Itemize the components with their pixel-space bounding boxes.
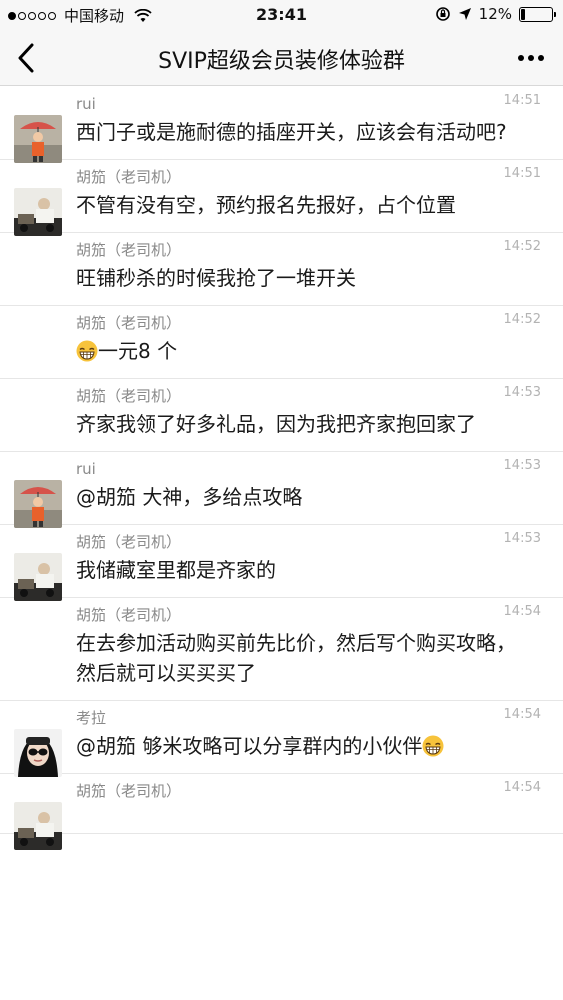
- message-text: 在去参加活动购买前先比价，然后写个购买攻略，然后就可以买买买了: [76, 628, 547, 688]
- avatar[interactable]: [14, 480, 62, 528]
- sender-name: 考拉: [76, 709, 107, 727]
- message-list[interactable]: rui 14:51 西门子或是施耐德的插座开关，应该会有活动吧? 胡笳（老司机） 14:…: [0, 87, 563, 1000]
- message-text: @胡笳 够米攻略可以分享群内的小伙伴: [76, 731, 547, 761]
- lock-rotation-icon: [435, 7, 450, 21]
- avatar[interactable]: [14, 188, 62, 236]
- avatar[interactable]: [14, 115, 62, 163]
- chevron-left-icon: [18, 43, 34, 73]
- message-text: 齐家我领了好多礼品，因为我把齐家抱回家了: [76, 409, 547, 439]
- avatar[interactable]: [14, 802, 62, 850]
- nav-bar: SVIP超级会员装修体验群: [0, 30, 563, 86]
- message-item[interactable]: 胡笳（老司机） 14:51 不管有没有空，预约报名先报好，占个位置: [0, 160, 563, 236]
- status-left: 中国移动: [8, 5, 152, 26]
- message-time: 14:53: [503, 385, 541, 400]
- message-time: 14:53: [503, 458, 541, 473]
- wifi-icon: [134, 8, 152, 22]
- grin-emoji-icon: [76, 340, 98, 362]
- sender-name: 胡笳（老司机）: [76, 314, 182, 332]
- avatar[interactable]: [14, 553, 62, 601]
- carrier-name: 中国移动: [64, 7, 125, 25]
- message-text-content: 西门子或是施耐德的插座开关，应该会有活动吧?: [76, 120, 507, 144]
- sender-name: rui: [76, 95, 96, 113]
- message-time: 14:53: [503, 531, 541, 546]
- battery-percent: 12%: [478, 5, 512, 23]
- message-text-content: 一元8 个: [98, 339, 178, 363]
- message-item[interactable]: 胡笳（老司机） 14:54 在去参加活动购买前先比价，然后写个购买攻略，然后就可以买…: [0, 598, 563, 701]
- message-text-content: 不管有没有空，预约报名先报好，占个位置: [76, 193, 456, 217]
- message-item[interactable]: rui 14:51 西门子或是施耐德的插座开关，应该会有活动吧?: [0, 87, 563, 163]
- sender-name: 胡笳（老司机）: [76, 533, 182, 551]
- battery-fill: [521, 8, 525, 20]
- status-right: 12%: [435, 5, 556, 23]
- battery-icon: [519, 6, 556, 22]
- sender-name: 胡笳（老司机）: [76, 387, 182, 405]
- message-time: 14:52: [503, 312, 541, 327]
- sender-name: 胡笳（老司机）: [76, 168, 182, 186]
- message-time: 14:54: [503, 780, 541, 795]
- message-text-content: @胡笳 大神，多给点攻略: [76, 485, 303, 509]
- message-text: 一元8 个: [76, 336, 547, 366]
- avatar[interactable]: [14, 729, 62, 777]
- message-item[interactable]: 胡笳（老司机） 14:52 旺铺秒杀的时候我抢了一堆开关: [0, 233, 563, 306]
- message-text-content: 在去参加活动购买前先比价，然后写个购买攻略，然后就可以买买买了: [76, 631, 516, 685]
- message-item[interactable]: 考拉 14:54 @胡笳 够米攻略可以分享群内的小伙伴: [0, 701, 563, 777]
- message-time: 14:54: [503, 707, 541, 722]
- message-time: 14:51: [503, 93, 541, 108]
- message-item[interactable]: rui 14:53 @胡笳 大神，多给点攻略: [0, 452, 563, 528]
- message-time: 14:51: [503, 166, 541, 181]
- message-item[interactable]: 胡笳（老司机） 14:53 我储藏室里都是齐家的: [0, 525, 563, 601]
- message-text: @胡笳 大神，多给点攻略: [76, 482, 547, 512]
- more-options-button[interactable]: [513, 44, 549, 72]
- more-dot-icon: [528, 55, 534, 61]
- sender-name: 胡笳（老司机）: [76, 241, 182, 259]
- status-bar: 中国移动 23:41 12%: [0, 0, 563, 30]
- message-text-content: @胡笳 够米攻略可以分享群内的小伙伴: [76, 734, 423, 758]
- grin-emoji-icon: [422, 735, 445, 757]
- sender-name: rui: [76, 460, 96, 478]
- message-text: 西门子或是施耐德的插座开关，应该会有活动吧?: [76, 117, 547, 147]
- chat-title: SVIP超级会员装修体验群: [158, 49, 405, 74]
- sender-name: 胡笳（老司机）: [76, 782, 182, 800]
- more-dot-icon: [518, 55, 524, 61]
- message-item[interactable]: 胡笳（老司机） 14:53 齐家我领了好多礼品，因为我把齐家抱回家了: [0, 379, 563, 452]
- message-text: 我储藏室里都是齐家的: [76, 555, 547, 585]
- message-text: 旺铺秒杀的时候我抢了一堆开关: [76, 263, 547, 293]
- message-item[interactable]: 胡笳（老司机） 14:54: [0, 774, 563, 850]
- message-text-content: 齐家我领了好多礼品，因为我把齐家抱回家了: [76, 412, 476, 436]
- message-item[interactable]: 胡笳（老司机） 14:52 一元8 个: [0, 306, 563, 379]
- back-button[interactable]: [6, 38, 50, 78]
- signal-strength-icon: [8, 11, 56, 20]
- more-dot-icon: [538, 55, 544, 61]
- message-time: 14:52: [503, 239, 541, 254]
- message-text-content: 我储藏室里都是齐家的: [76, 558, 276, 582]
- location-arrow-icon: [458, 8, 471, 20]
- sender-name: 胡笳（老司机）: [76, 606, 182, 624]
- message-time: 14:54: [503, 604, 541, 619]
- message-text-content: 旺铺秒杀的时候我抢了一堆开关: [76, 266, 356, 290]
- message-text: 不管有没有空，预约报名先报好，占个位置: [76, 190, 547, 220]
